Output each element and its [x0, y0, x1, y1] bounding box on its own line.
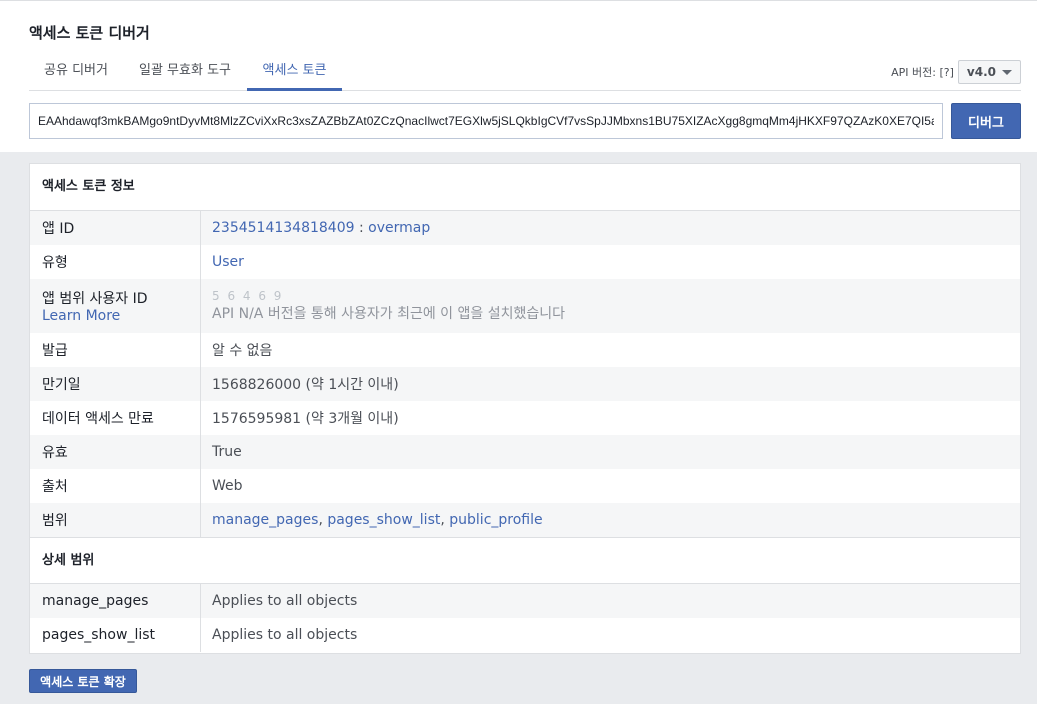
row-label: 유형 [30, 245, 201, 279]
row-value: Applies to all objects [212, 593, 358, 609]
row-expires: 만기일 1568826000 (약 1시간 이내) [30, 367, 1020, 401]
app-name-link[interactable]: overmap [368, 220, 430, 236]
api-version: API 버전: [?] v4.0 [891, 60, 1021, 84]
tab-batch-invalidator[interactable]: 일괄 무효화 도구 [129, 53, 241, 91]
row-issued: 발급 알 수 없음 [30, 333, 1020, 367]
app-id-link[interactable]: 2354514134818409 [212, 220, 355, 236]
debug-button[interactable]: 디버그 [951, 103, 1021, 139]
top-bar: 액세스 토큰 디버거 공유 디버거 일괄 무효화 도구 액세스 토큰 API 버… [0, 0, 1037, 152]
access-token-input[interactable] [29, 103, 943, 139]
learn-more-link[interactable]: Learn More [42, 308, 200, 324]
row-value: User [201, 245, 1020, 279]
row-label: manage_pages [30, 584, 201, 618]
row-value: 알 수 없음 [212, 343, 273, 359]
row-label: 발급 [30, 333, 201, 367]
type-value[interactable]: User [212, 254, 1020, 270]
scope-link[interactable]: pages_show_list [327, 512, 440, 528]
row-value: 1568826000 (약 1시간 이내) [212, 377, 399, 393]
row-label: 앱 범위 사용자 ID Learn More [30, 279, 201, 333]
scope-link[interactable]: public_profile [449, 512, 542, 528]
row-value: 1576595981 (약 3개월 이내) [212, 411, 399, 427]
row-app-id: 앱 ID 2354514134818409 : overmap [30, 211, 1020, 245]
app-id-separator: : [354, 220, 369, 236]
tab-sharing-debugger[interactable]: 공유 디버거 [29, 53, 123, 91]
row-type: 유형 User [30, 245, 1020, 279]
row-origin: 출처 Web [30, 469, 1020, 503]
scope-separator: , [318, 512, 328, 528]
scope-link[interactable]: manage_pages [212, 512, 318, 528]
app-scoped-user-id: 5 6 4 6 9 [212, 289, 284, 303]
api-version-select[interactable]: v4.0 [957, 60, 1021, 84]
row-label: 유효 [30, 435, 201, 469]
row-valid: 유효 True [30, 435, 1020, 469]
page-title: 액세스 토큰 디버거 [29, 24, 150, 42]
api-version-value: v4.0 [966, 65, 996, 79]
install-note: API N/A 버전을 통해 사용자가 최근에 이 앱을 설치했습니다 [212, 306, 565, 322]
token-info-title: 액세스 토큰 정보 [30, 164, 1020, 211]
row-data-access-expires: 데이터 액세스 만료 1576595981 (약 3개월 이내) [30, 401, 1020, 435]
api-version-label[interactable]: API 버전: [?] [891, 64, 954, 80]
row-value: True [212, 444, 242, 460]
row-label: 만기일 [30, 367, 201, 401]
token-info-panel: 액세스 토큰 정보 앱 ID 2354514134818409 : overma… [29, 163, 1021, 654]
row-label: 출처 [30, 469, 201, 503]
tab-bar: 공유 디버거 일괄 무효화 도구 액세스 토큰 API 버전: [?] v4.0 [29, 53, 1021, 91]
row-label: pages_show_list [30, 618, 201, 652]
extend-access-token-button[interactable]: 액세스 토큰 확장 [29, 669, 137, 693]
chevron-down-icon [1002, 69, 1012, 75]
row-value: manage_pages, pages_show_list, public_pr… [201, 503, 1020, 537]
app-scoped-user-label: 앱 범위 사용자 ID [42, 291, 148, 307]
row-scopes: 범위 manage_pages, pages_show_list, public… [30, 503, 1020, 537]
table-row: pages_show_list Applies to all objects [30, 618, 1020, 652]
row-value: 2354514134818409 : overmap [201, 211, 1020, 245]
row-app-scoped-user-id: 앱 범위 사용자 ID Learn More 5 6 4 6 9 API N/A… [30, 279, 1020, 333]
scope-separator: , [440, 512, 450, 528]
row-value: Web [212, 478, 243, 494]
row-label: 데이터 액세스 만료 [30, 401, 201, 435]
row-value: 5 6 4 6 9 API N/A 버전을 통해 사용자가 최근에 이 앱을 설… [201, 279, 1020, 333]
row-label: 범위 [30, 503, 201, 537]
tab-access-token[interactable]: 액세스 토큰 [247, 53, 342, 91]
granular-scopes-title: 상세 범위 [30, 537, 1020, 584]
row-value: Applies to all objects [212, 627, 358, 643]
table-row: manage_pages Applies to all objects [30, 584, 1020, 618]
row-label: 앱 ID [30, 211, 201, 245]
